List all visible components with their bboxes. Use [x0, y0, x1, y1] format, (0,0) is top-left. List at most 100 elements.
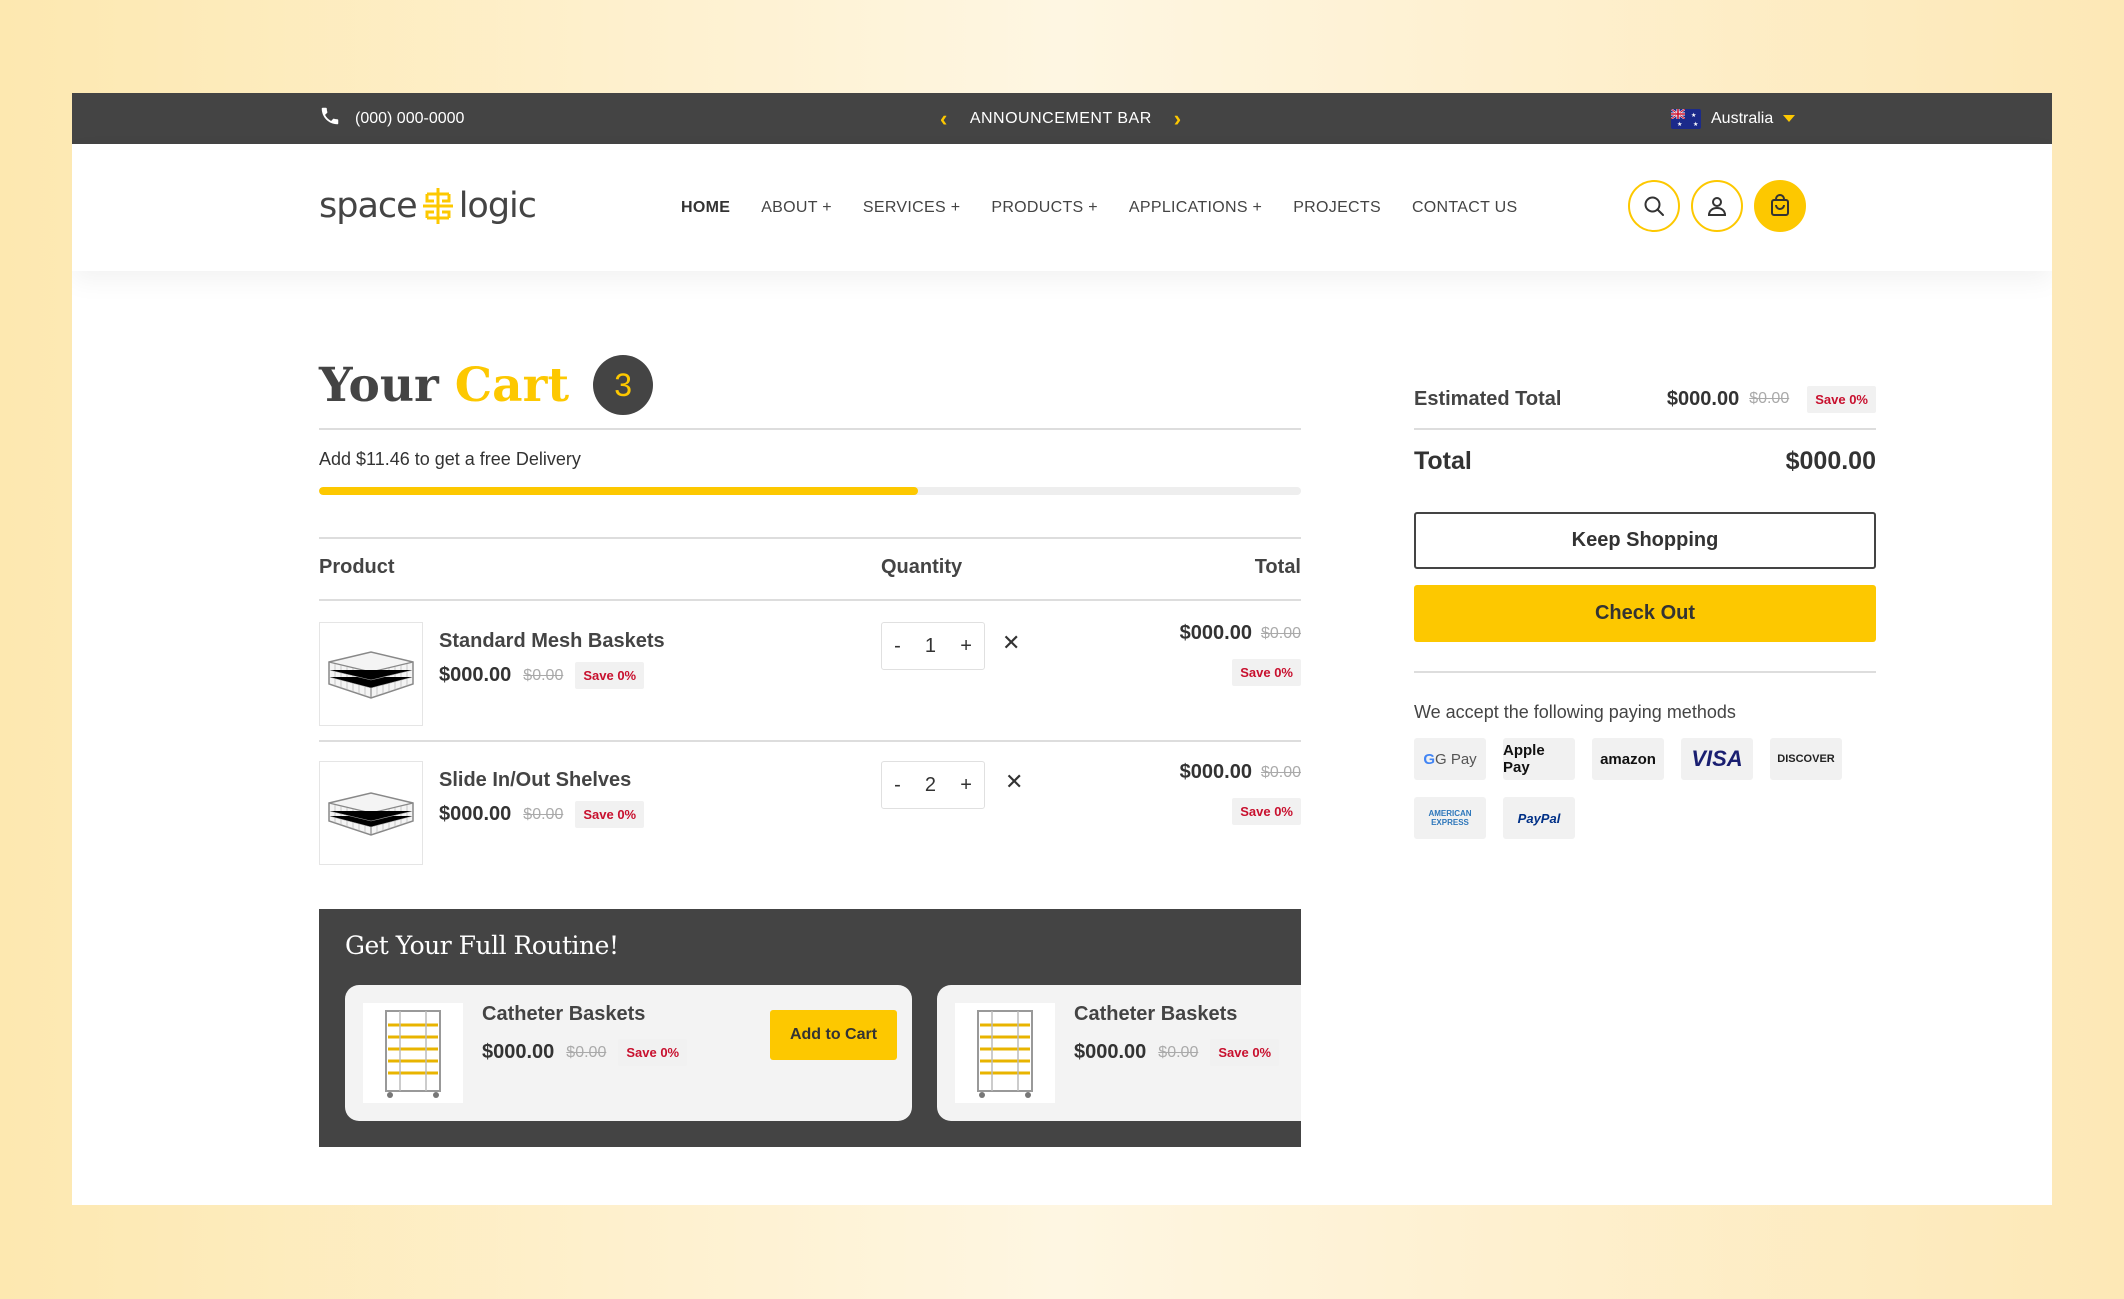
product-price: $000.00 [439, 664, 512, 686]
order-total: Total $000.00 [1414, 447, 1876, 476]
caret-down-icon [1783, 115, 1796, 122]
logo-text-logic: logic [458, 186, 537, 226]
bag-icon [1771, 194, 1789, 216]
total-value: $000.00 [1785, 447, 1876, 475]
rack-image [385, 1010, 441, 1098]
remove-item-icon[interactable]: ✕ [1005, 769, 1023, 795]
country-selector[interactable]: ★ ★ ★ Australia [1671, 93, 1796, 144]
free-delivery-progress [319, 487, 1301, 495]
remove-item-icon[interactable]: ✕ [1002, 630, 1020, 656]
title-cart: Cart [454, 357, 570, 413]
divider [319, 599, 1301, 601]
add-to-cart-button[interactable]: Add to Cart [770, 1010, 897, 1060]
mesh-basket-image [328, 651, 414, 699]
product-thumbnail[interactable] [319, 761, 423, 865]
divider [1414, 671, 1876, 673]
upsell-price-line: $000.00 $0.00 Save 0% [1074, 1039, 1280, 1066]
upsell-section: Get Your Full Routine! Catheter Baskets … [319, 909, 1301, 1147]
upsell-thumbnail[interactable] [955, 1003, 1055, 1103]
total-label: Total [1414, 447, 1472, 475]
cart-item: Standard Mesh Baskets $000.00 $0.00 Save… [319, 622, 1301, 726]
keep-shopping-button[interactable]: Keep Shopping [1414, 512, 1876, 569]
phone-number: (000) 000-0000 [355, 109, 465, 127]
upsell-card: Catheter Baskets $000.00 $0.00 Save 0% A… [345, 985, 912, 1121]
product-name[interactable]: Standard Mesh Baskets [439, 630, 665, 653]
page-title: Your Cart 3 [319, 355, 654, 415]
title-your: Your [319, 357, 439, 413]
announcement-carousel: ‹ ANNOUNCEMENT BAR › [940, 93, 1182, 144]
search-button[interactable] [1628, 180, 1680, 232]
upsell-title: Get Your Full Routine! [345, 931, 619, 960]
checkout-button[interactable]: Check Out [1414, 585, 1876, 642]
quantity-value[interactable]: 1 [925, 635, 936, 658]
chevron-left-icon[interactable]: ‹ [940, 106, 948, 132]
nav-projects[interactable]: PROJECTS [1293, 199, 1381, 217]
nav-contact[interactable]: CONTACT US [1412, 199, 1518, 217]
product-thumbnail[interactable] [319, 622, 423, 726]
header-actions [1628, 180, 1806, 232]
cart-button[interactable] [1754, 180, 1806, 232]
quantity-stepper: - 1 + [881, 622, 985, 670]
paypal-icon: PayPal [1503, 797, 1575, 839]
divider [319, 740, 1301, 742]
line-total-compare: $0.00 [1260, 763, 1301, 781]
increment-button[interactable]: + [960, 635, 972, 658]
upsell-thumbnail[interactable] [363, 1003, 463, 1103]
australia-flag-icon: ★ ★ ★ [1671, 108, 1701, 129]
divider [319, 537, 1301, 539]
logo[interactable]: space logic [319, 186, 537, 226]
upsell-price: $000.00 [1074, 1041, 1147, 1063]
logo-text-space: space [319, 186, 418, 226]
site-header: space logic HOME ABOUT + SERVICES + PROD… [72, 144, 2052, 271]
announcement-text: ANNOUNCEMENT BAR [969, 109, 1152, 127]
payment-methods-text: We accept the following paying methods [1414, 702, 1736, 722]
logo-mark-icon [421, 186, 455, 226]
upsell-product-name[interactable]: Catheter Baskets [482, 1003, 645, 1026]
country-label: Australia [1711, 109, 1774, 127]
line-total-price: $000.00 [1179, 761, 1252, 783]
save-badge: Save 0% [1232, 798, 1301, 825]
top-bar: (000) 000-0000 ‹ ANNOUNCEMENT BAR › ★ ★ … [72, 93, 2052, 144]
nav-applications[interactable]: APPLICATIONS + [1129, 199, 1262, 217]
nav-products[interactable]: PRODUCTS + [991, 199, 1098, 217]
cart-item: Slide In/Out Shelves $000.00 $0.00 Save … [319, 761, 1301, 865]
free-delivery-text: Add $11.46 to get a free Delivery [319, 449, 581, 469]
product-compare-price: $0.00 [523, 666, 564, 684]
upsell-compare-price: $0.00 [566, 1043, 607, 1061]
product-price-line: $000.00 $0.00 Save 0% [439, 801, 645, 828]
visa-icon: VISA [1681, 738, 1753, 780]
save-badge: Save 0% [1232, 659, 1301, 686]
product-name[interactable]: Slide In/Out Shelves [439, 769, 631, 792]
shelf-basket-image [328, 792, 414, 836]
quantity-stepper: - 2 + [881, 761, 985, 809]
upsell-price: $000.00 [482, 1041, 555, 1063]
apple-pay-icon: Apple Pay [1503, 738, 1575, 780]
phone-icon [319, 105, 341, 132]
increment-button[interactable]: + [960, 774, 972, 797]
divider [1414, 428, 1876, 430]
upsell-product-name[interactable]: Catheter Baskets [1074, 1003, 1237, 1026]
user-icon [1707, 197, 1727, 216]
chevron-right-icon[interactable]: › [1174, 106, 1182, 132]
google-pay-icon: GG Pay [1414, 738, 1486, 780]
discover-icon: DISCOVER [1770, 738, 1842, 780]
product-compare-price: $0.00 [523, 805, 564, 823]
estimated-total: Estimated Total $000.00 $0.00 Save 0% [1414, 381, 1876, 417]
upsell-compare-price: $0.00 [1158, 1043, 1199, 1061]
nav-home[interactable]: HOME [681, 199, 730, 217]
estimated-total-compare: $0.00 [1749, 390, 1790, 407]
decrement-button[interactable]: - [894, 635, 901, 658]
save-badge: Save 0% [1807, 385, 1876, 413]
decrement-button[interactable]: - [894, 774, 901, 797]
account-button[interactable] [1691, 180, 1743, 232]
estimated-total-label: Estimated Total [1414, 387, 1562, 410]
quantity-value[interactable]: 2 [925, 774, 936, 797]
phone-contact[interactable]: (000) 000-0000 [319, 93, 464, 144]
cart-count-badge: 3 [593, 355, 654, 415]
nav-about[interactable]: ABOUT + [761, 199, 832, 217]
nav-services[interactable]: SERVICES + [863, 199, 960, 217]
divider [319, 428, 1301, 430]
amex-icon: AMERICAN EXPRESS [1414, 797, 1486, 839]
payment-methods: GG Pay Apple Pay amazon VISA DISCOVER AM… [1414, 738, 1876, 839]
line-total-compare: $0.00 [1260, 624, 1301, 642]
